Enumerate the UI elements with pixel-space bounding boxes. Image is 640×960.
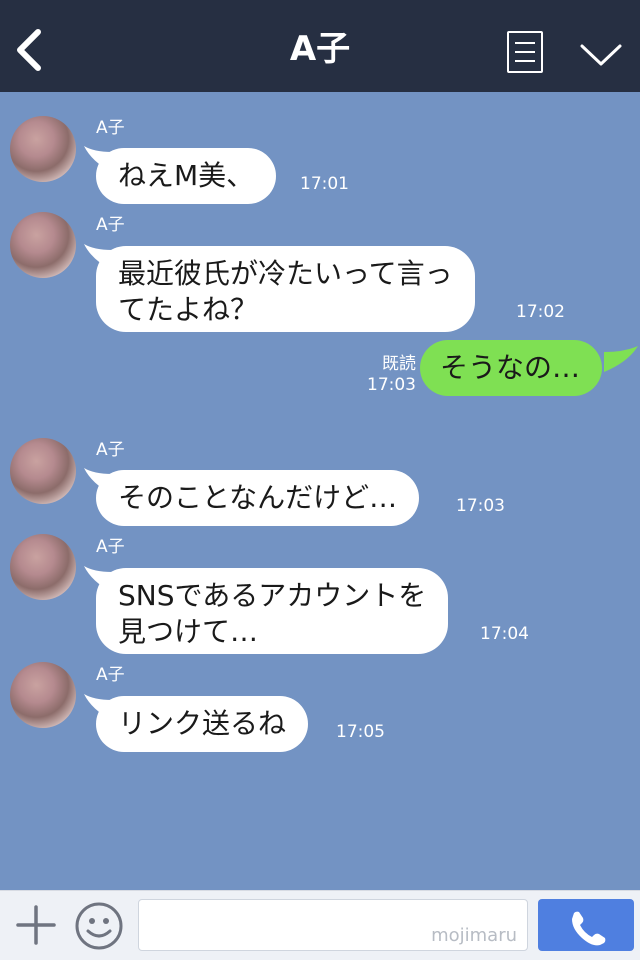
- phone-icon: [572, 911, 606, 946]
- avatar[interactable]: [10, 662, 76, 728]
- message-bubble[interactable]: ねえM美、: [96, 148, 277, 204]
- message-time: 17:02: [516, 302, 565, 322]
- message-time: 17:03: [456, 496, 505, 516]
- message-bubble[interactable]: 最近彼氏が冷たいって言っ てたよね？: [96, 246, 475, 332]
- chevron-down-icon: [580, 44, 622, 66]
- message-bubble[interactable]: SNSであるアカウントを 見つけて…: [96, 568, 449, 654]
- message-bubble[interactable]: そのことなんだけど…: [96, 470, 420, 526]
- message-bubble[interactable]: リンク送るね: [96, 696, 309, 752]
- call-button[interactable]: [538, 899, 634, 951]
- avatar[interactable]: [10, 212, 76, 278]
- message-time: 17:01: [300, 174, 349, 194]
- message-time: 17:05: [336, 722, 385, 742]
- note-menu-line: [515, 60, 535, 62]
- smiley-icon: [75, 902, 123, 950]
- collapse-menu-button[interactable]: [578, 38, 624, 70]
- sender-name: A子: [96, 665, 125, 685]
- message-time: 17:03: [367, 375, 416, 395]
- message-time: 17:04: [480, 624, 529, 644]
- chat-header: A子: [0, 0, 640, 92]
- note-menu-icon: [515, 42, 535, 44]
- sender-name: A子: [96, 118, 125, 138]
- add-button[interactable]: [14, 903, 58, 947]
- chat-title: A子: [289, 29, 351, 69]
- plus-icon: [16, 905, 56, 945]
- emoji-button[interactable]: [74, 901, 124, 951]
- watermark-text: mojimaru: [431, 925, 517, 946]
- avatar[interactable]: [10, 438, 76, 504]
- note-menu-line: [515, 51, 535, 53]
- sender-name: A子: [96, 440, 125, 460]
- read-receipt: 既読 17:03: [364, 354, 416, 396]
- message-list[interactable]: A子 ねえM美、 17:01 A子 最近彼氏が冷たいって言っ てたよね？ 17:…: [0, 92, 640, 890]
- message-input[interactable]: mojimaru: [138, 899, 528, 951]
- sender-name: A子: [96, 215, 125, 235]
- avatar[interactable]: [10, 534, 76, 600]
- read-status: 既読: [382, 354, 416, 374]
- sender-name: A子: [96, 537, 125, 557]
- message-bubble-outgoing[interactable]: そうなの…: [420, 340, 603, 396]
- avatar[interactable]: [10, 116, 76, 182]
- input-bar: mojimaru: [0, 890, 640, 960]
- note-menu-button[interactable]: [507, 31, 543, 73]
- bubble-tail-outgoing: [604, 346, 638, 372]
